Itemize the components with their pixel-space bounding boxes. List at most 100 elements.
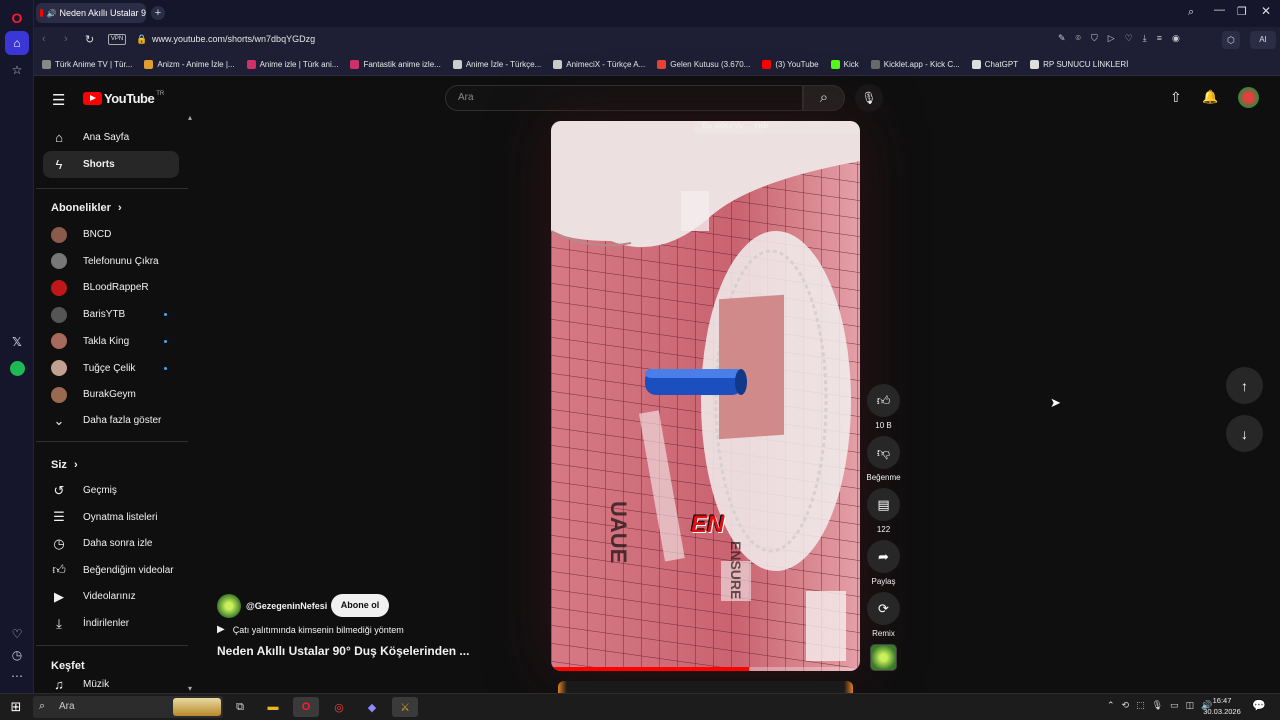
sidebar-item-history[interactable]: ↺ Geçmiş (43, 477, 179, 504)
bookmark-item[interactable]: Türk Anime TV | Tür... (42, 60, 132, 69)
profile-icon[interactable]: ◉ (1172, 33, 1180, 44)
reload-icon[interactable]: ↻ (85, 33, 94, 46)
bookmark-item[interactable]: AnimeciX - Türkçe A... (553, 60, 645, 69)
sidebar-item-thumbs-up[interactable]: 👍︎ Beğendiğim videolar (43, 557, 179, 584)
file-explorer-icon[interactable]: ▬ (260, 697, 286, 717)
opera-logo-icon[interactable]: O (5, 6, 29, 30)
league-client-icon[interactable]: ⚔ (392, 697, 418, 717)
sidebar-item-music[interactable]: ♫ Müzik (43, 676, 179, 692)
account-avatar[interactable] (1238, 87, 1259, 108)
search-input[interactable]: Ara (445, 85, 803, 111)
audio-track-link[interactable]: ▶ Çatı yalıtımında kimsenin bilmediği yö… (217, 624, 404, 635)
bookmark-item[interactable]: RP SUNUCU LİNKLERİ (1030, 60, 1128, 69)
edit-icon[interactable]: ✎ (1058, 33, 1066, 44)
sidebar-subscription-item[interactable]: BNCD (43, 221, 179, 248)
chevron-up-icon[interactable]: ⌃ (1107, 700, 1115, 711)
next-short-button[interactable]: ↓ (1226, 415, 1263, 452)
heart-icon[interactable]: ♡ (1125, 33, 1133, 44)
sidebar-item-clock[interactable]: ◷ Daha sonra izle (43, 530, 179, 557)
discord-icon[interactable]: ◆ (359, 697, 385, 717)
opera-gx-icon[interactable]: ◎ (326, 697, 352, 717)
download-overlay-banner[interactable]: Bu video'yu ... indir (694, 121, 859, 134)
next-short-preview[interactable] (558, 681, 853, 693)
sidebar-subscription-item[interactable]: BLoodRappeR (43, 274, 179, 301)
menu-icon[interactable]: ≡ (1157, 33, 1162, 44)
show-more-button[interactable]: ⌄ Daha fazla göster (43, 407, 179, 434)
sidebar-scroll-down-icon[interactable]: ▾ (188, 684, 192, 693)
vpn-badge[interactable]: VPN (108, 34, 126, 45)
upload-icon[interactable]: ⇧ (1170, 89, 1182, 106)
sidebar-item-download[interactable]: ⤓ İndirilenler (43, 610, 179, 637)
bookmark-item[interactable]: ChatGPT (971, 60, 1018, 69)
previous-short-button[interactable]: ↑ (1226, 367, 1263, 404)
app-icon[interactable]: ⬚ (1136, 700, 1145, 711)
sidebar-scroll-up-icon[interactable]: ▴ (188, 113, 192, 122)
x-twitter-icon[interactable]: 𝕏 (5, 330, 29, 354)
youtube-logo[interactable]: YouTube TR (83, 91, 164, 106)
sound-thumbnail[interactable] (870, 644, 897, 671)
pin-icon[interactable]: ☆ (5, 58, 29, 82)
aria-ai-button[interactable]: AI (1250, 31, 1276, 49)
task-view-icon[interactable]: ⧉ (227, 697, 253, 717)
bookmark-item[interactable]: Fantastik anime izle... (350, 60, 441, 69)
download-icon[interactable]: ⤓ (1143, 33, 1147, 44)
sidebar-item-video[interactable]: ▶ Videolarınız (43, 583, 179, 610)
channel-name[interactable]: @GezegeninNefesi (246, 601, 327, 611)
bookmark-item[interactable]: Anime İzle - Türkçe... (452, 60, 541, 69)
url-field[interactable]: www.youtube.com/shorts/wn7dbqYGDzg (152, 34, 315, 44)
network-icon[interactable]: ◫ (1186, 700, 1195, 711)
shield-icon[interactable]: ⛉ (1091, 33, 1098, 44)
extensions-icon[interactable]: ⬡ (1222, 31, 1240, 49)
bookmark-item[interactable]: Kick (830, 60, 859, 69)
taskbar-search[interactable]: ⌕ Ara (33, 696, 223, 718)
shorts-video-player[interactable]: UAUE ENSURE Bu video'yu ... indir EN (551, 121, 860, 671)
windows-start-icon[interactable]: ⊞ (3, 697, 29, 717)
browser-tab[interactable]: 🔊 Neden Akıllı Ustalar 9 (36, 3, 146, 23)
search-button[interactable]: ⌕ (803, 85, 845, 111)
you-heading[interactable]: Siz › (51, 459, 78, 471)
subscriptions-heading[interactable]: Abonelikler › (51, 202, 122, 214)
sidebar-item-playlist[interactable]: ☰ Oynatma listeleri (43, 504, 179, 531)
sidebar-item-shorts[interactable]: ϟ Shorts (43, 151, 179, 178)
microphone-icon[interactable]: 🎙 (1152, 700, 1163, 711)
close-button[interactable]: ✕ (1261, 4, 1271, 18)
comments-button[interactable]: ▤ (867, 488, 900, 521)
dislike-button[interactable]: 👎︎ (867, 436, 900, 469)
video-progress-track[interactable] (551, 667, 860, 671)
sync-icon[interactable]: ⟲ (1122, 700, 1130, 711)
forward-icon[interactable]: › (64, 33, 68, 45)
channel-avatar[interactable] (217, 594, 241, 618)
bookmark-item[interactable]: Anime izle | Türk ani... (246, 60, 338, 69)
share-button[interactable]: ➦ (867, 540, 900, 573)
sidebar-subscription-item[interactable]: BarisYTB (43, 301, 179, 328)
minimize-button[interactable]: — (1214, 4, 1225, 16)
like-button[interactable]: 👍︎ (867, 384, 900, 417)
voice-search-icon[interactable]: 🎙 (855, 84, 883, 112)
notification-center-icon[interactable]: 💬 (1252, 699, 1266, 712)
back-icon[interactable]: ‹ (42, 33, 46, 45)
play-icon[interactable]: ▷ (1108, 33, 1115, 44)
sidebar-subscription-item[interactable]: BurakGeym (43, 381, 179, 408)
home-workspace-icon[interactable]: ⌂ (5, 31, 29, 55)
bookmark-item[interactable]: (3) YouTube (762, 60, 819, 69)
battery-icon[interactable]: ▭ (1170, 700, 1179, 711)
spotify-icon[interactable] (5, 356, 29, 380)
bookmark-item[interactable]: Kicklet.app - Kick C... (870, 60, 960, 69)
search-tabs-icon[interactable]: ⌕ (1188, 6, 1194, 19)
taskbar-clock[interactable]: 16:47 30.03.2026 (1203, 696, 1241, 716)
remix-button[interactable]: ⟳ (867, 592, 900, 625)
bookmark-item[interactable]: Gelen Kutusu (3.670... (657, 60, 750, 69)
bookmark-item[interactable]: Anizm - Anime İzle |... (144, 60, 235, 69)
camera-icon[interactable]: ⌾ (1076, 33, 1081, 44)
sidebar-subscription-item[interactable]: Takla King (43, 328, 179, 355)
opera-taskbar-icon[interactable]: O (293, 697, 319, 717)
maximize-button[interactable]: ❐ (1237, 5, 1247, 18)
notifications-bell-icon[interactable]: 🔔 (1202, 89, 1218, 105)
sidebar-item-home[interactable]: ⌂ Ana Sayfa (43, 124, 179, 151)
sidebar-subscription-item[interactable]: Telefonunu Çıkra (43, 248, 179, 275)
sidebar-subscription-item[interactable]: Tuğçe Çelik (43, 355, 179, 382)
subscribe-button[interactable]: Abone ol (331, 594, 389, 617)
guide-menu-icon[interactable]: ☰ (52, 91, 65, 109)
more-icon[interactable]: ⋯ (5, 664, 29, 688)
new-tab-button[interactable]: + (151, 6, 165, 20)
